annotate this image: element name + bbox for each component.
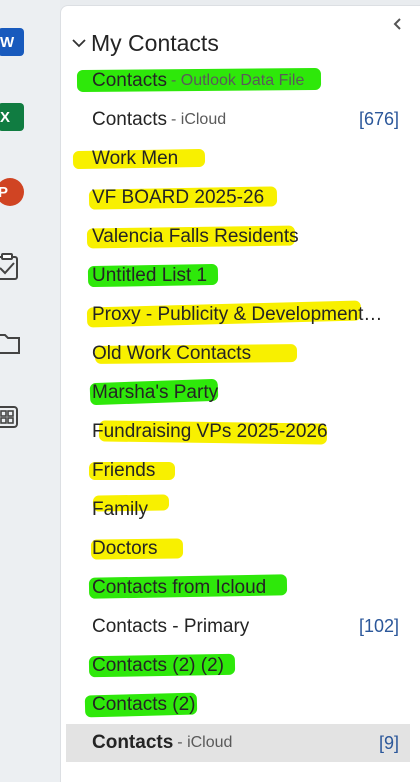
folder-item-old-work-contacts[interactable]: Old Work Contacts: [61, 334, 420, 373]
folder-item-work-men[interactable]: Work Men: [61, 139, 420, 178]
word-icon-letter: W: [0, 33, 15, 51]
folder-label: Friends: [92, 459, 156, 481]
folder-item-family[interactable]: Family: [61, 490, 420, 529]
tasks-icon[interactable]: [0, 253, 22, 281]
contacts-folder-pane: My Contacts Contacts - Outlook Data File…: [60, 5, 420, 782]
folder-label: Family: [92, 498, 148, 520]
folder-item-contacts-primary[interactable]: Contacts - Primary [102]: [61, 607, 420, 646]
folder-label: Contacts: [92, 732, 174, 753]
excel-icon[interactable]: X: [0, 103, 24, 131]
folder-label: Contacts (2) (2): [92, 654, 224, 676]
collapse-pane-icon[interactable]: [390, 16, 406, 32]
folder-source: - Outlook Data File: [170, 71, 305, 89]
folder-label: Contacts: [92, 69, 167, 91]
folder-item-contacts-outlook-data-file[interactable]: Contacts - Outlook Data File: [61, 61, 420, 100]
folder-item-contacts-2[interactable]: Contacts (2): [61, 685, 420, 724]
folder-item-vf-board[interactable]: VF BOARD 2025-26: [61, 178, 420, 217]
folder-label: Old Work Contacts: [92, 342, 252, 364]
folder-label: Fundraising VPs 2025-2026: [92, 420, 328, 442]
folder-label: Contacts: [92, 108, 167, 130]
folder-source: - iCloud: [170, 110, 227, 128]
folder-item-contacts-icloud-selected[interactable]: Contacts - iCloud [9]: [66, 724, 410, 762]
powerpoint-icon-letter: P: [0, 183, 9, 201]
contact-folder-list: Contacts - Outlook Data File Contacts - …: [61, 61, 420, 762]
apps-icon[interactable]: [0, 403, 22, 431]
excel-icon-letter: X: [0, 108, 11, 126]
folder-label: Contacts (2): [92, 693, 196, 715]
folder-item-contacts-icloud[interactable]: Contacts - iCloud [676]: [61, 100, 420, 139]
folder-icon[interactable]: [0, 329, 22, 357]
folder-label: Contacts - Primary: [92, 615, 250, 637]
folder-label: Work Men: [92, 147, 179, 169]
app-rail: W X P: [0, 0, 60, 782]
folder-label: Valencia Falls Residents: [92, 225, 299, 247]
folder-item-untitled-list-1[interactable]: Untitled List 1: [61, 256, 420, 295]
folder-item-doctors[interactable]: Doctors: [61, 529, 420, 568]
folder-label: Proxy - Publicity & Development…: [92, 303, 383, 325]
word-icon[interactable]: W: [0, 28, 24, 56]
folder-label: Contacts from Icloud: [92, 576, 267, 598]
folder-item-marshas-party[interactable]: Marsha's Party: [61, 373, 420, 412]
folder-label: VF BOARD 2025-26: [92, 186, 265, 208]
chevron-down-icon[interactable]: [71, 35, 87, 51]
folder-label: Untitled List 1: [92, 264, 208, 286]
folder-count: [9]: [378, 732, 399, 753]
folder-count: [676]: [358, 109, 399, 129]
powerpoint-icon[interactable]: P: [0, 178, 24, 206]
folder-source: - iCloud: [177, 734, 233, 751]
folder-label: Marsha's Party: [92, 381, 219, 403]
section-title: My Contacts: [91, 29, 219, 56]
folder-count: [102]: [358, 616, 399, 636]
folder-item-proxy-publicity[interactable]: Proxy - Publicity & Development…: [61, 295, 420, 334]
my-contacts-header[interactable]: My Contacts: [71, 28, 219, 58]
folder-item-valencia-falls-residents[interactable]: Valencia Falls Residents: [61, 217, 420, 256]
folder-item-friends[interactable]: Friends: [61, 451, 420, 490]
folder-label: Doctors: [92, 537, 158, 559]
folder-item-contacts-from-icloud[interactable]: Contacts from Icloud: [61, 568, 420, 607]
folder-item-contacts-2-2[interactable]: Contacts (2) (2): [61, 646, 420, 685]
folder-item-fundraising-vps[interactable]: Fundraising VPs 2025-2026: [61, 412, 420, 451]
